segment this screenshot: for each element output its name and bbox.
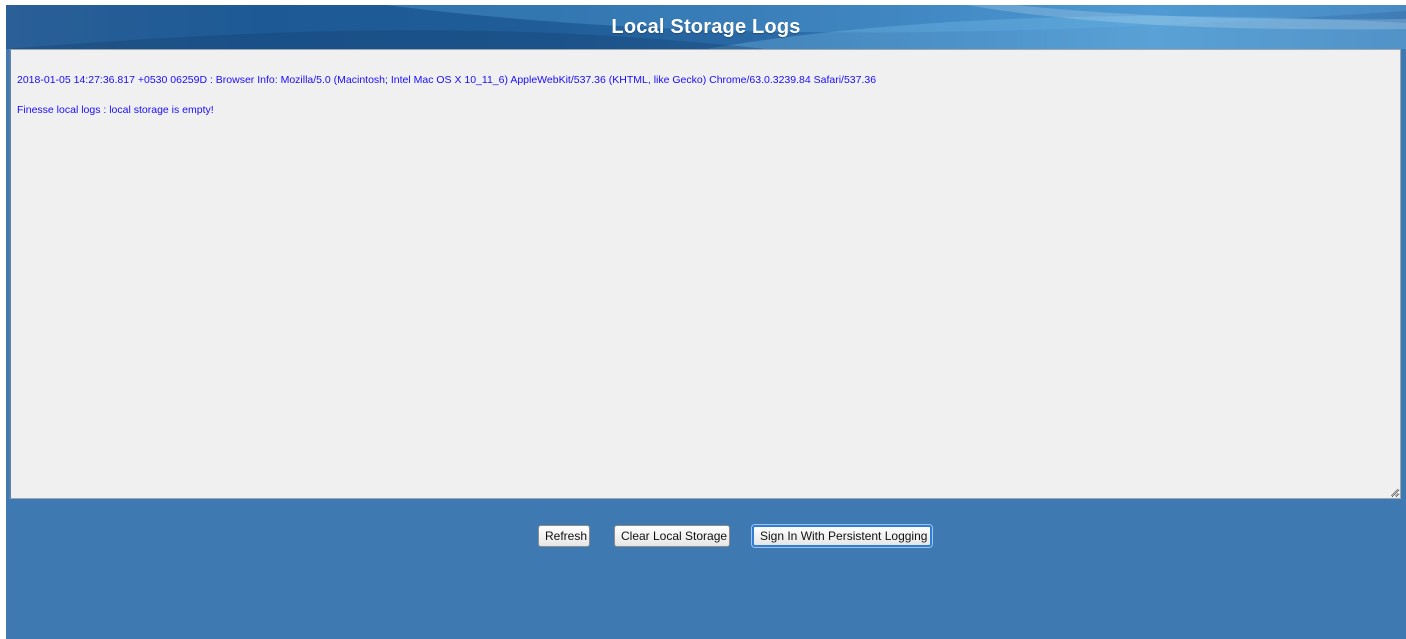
resize-grip-icon[interactable]	[1389, 487, 1399, 497]
page-title: Local Storage Logs	[611, 16, 801, 38]
log-textarea[interactable]: 2018-01-05 14:27:36.817 +0530 06259D : B…	[9, 49, 1401, 499]
refresh-button[interactable]: Refresh	[538, 525, 590, 547]
header-bar: Local Storage Logs	[6, 5, 1406, 49]
page-frame: Local Storage Logs 2018-01-05 14:27:36.8…	[6, 5, 1406, 639]
sign-in-persistent-logging-button[interactable]: Sign In With Persistent Logging	[752, 525, 932, 547]
log-line: 2018-01-05 14:27:36.817 +0530 06259D : B…	[17, 74, 877, 86]
button-row: Refresh Clear Local Storage Sign In With…	[6, 525, 1406, 549]
log-line: Finesse local logs : local storage is em…	[17, 104, 214, 116]
clear-local-storage-button[interactable]: Clear Local Storage	[614, 525, 730, 547]
